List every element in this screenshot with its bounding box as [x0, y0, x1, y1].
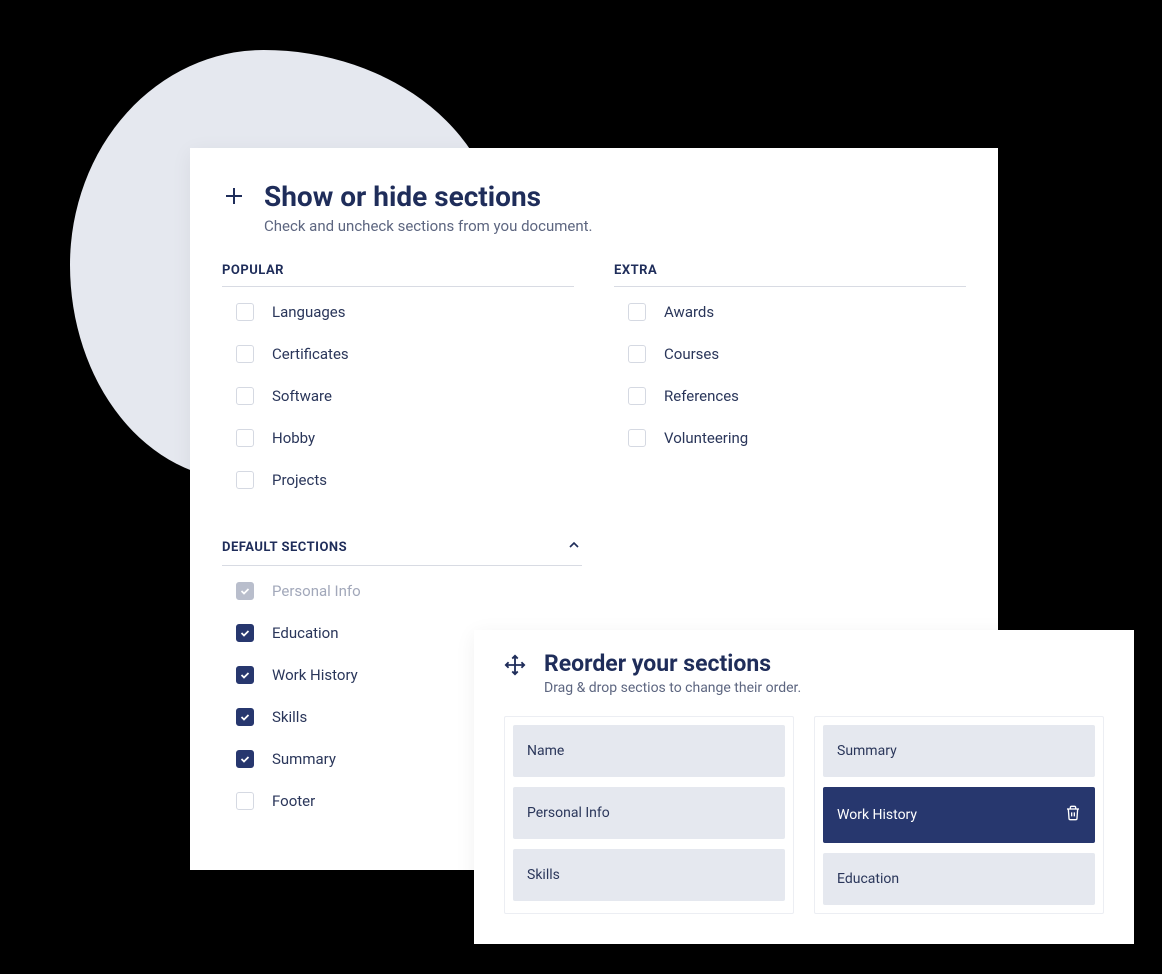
drag-item-label: Personal Info [527, 805, 610, 821]
checkbox-label: Software [272, 387, 332, 405]
checkbox-label: Education [272, 624, 339, 642]
reorder-left-column: Name Personal Info Skills [504, 716, 794, 914]
default-group-label: DEFAULT SECTIONS [222, 540, 347, 555]
checkbox-label: Personal Info [272, 582, 361, 600]
chevron-up-icon[interactable] [566, 537, 582, 557]
checkbox-row-certificates[interactable]: Certificates [222, 333, 574, 375]
checkbox-projects[interactable] [236, 471, 254, 489]
drag-item-label: Education [837, 871, 899, 887]
reorder-right-column: Summary Work History Education [814, 716, 1104, 914]
drag-item-education[interactable]: Education [823, 853, 1095, 905]
checkbox-row-volunteering[interactable]: Volunteering [614, 417, 966, 459]
sections-panel-subtitle: Check and uncheck sections from you docu… [264, 217, 592, 235]
checkbox-label: Volunteering [664, 429, 748, 447]
checkbox-row-projects[interactable]: Projects [222, 459, 574, 501]
checkbox-row-awards[interactable]: Awards [614, 291, 966, 333]
checkbox-awards[interactable] [628, 303, 646, 321]
checkbox-row-personal-info: Personal Info [222, 570, 582, 612]
drag-item-summary[interactable]: Summary [823, 725, 1095, 777]
checkbox-summary[interactable] [236, 750, 254, 768]
checkbox-label: Work History [272, 666, 358, 684]
checkbox-skills[interactable] [236, 708, 254, 726]
popular-column: POPULAR Languages Certificates Software … [222, 263, 574, 501]
checkbox-label: Languages [272, 303, 346, 321]
drag-item-name[interactable]: Name [513, 725, 785, 777]
checkbox-label: Awards [664, 303, 714, 321]
drag-item-label: Skills [527, 867, 560, 883]
drag-item-label: Work History [837, 807, 917, 823]
plus-icon [222, 184, 246, 212]
checkbox-label: Projects [272, 471, 327, 489]
checkbox-row-languages[interactable]: Languages [222, 291, 574, 333]
checkbox-software[interactable] [236, 387, 254, 405]
checkbox-label: Certificates [272, 345, 349, 363]
drag-item-label: Summary [837, 743, 897, 759]
checkbox-courses[interactable] [628, 345, 646, 363]
checkbox-label: References [664, 387, 739, 405]
checkbox-label: Footer [272, 792, 315, 810]
checkbox-label: Skills [272, 708, 307, 726]
drag-item-personal-info[interactable]: Personal Info [513, 787, 785, 839]
reorder-sections-panel: Reorder your sections Drag & drop sectio… [474, 630, 1134, 944]
checkbox-education[interactable] [236, 624, 254, 642]
drag-item-skills[interactable]: Skills [513, 849, 785, 901]
popular-group-label: POPULAR [222, 263, 574, 287]
checkbox-personal-info [236, 582, 254, 600]
move-icon [504, 654, 526, 680]
checkbox-hobby[interactable] [236, 429, 254, 447]
checkbox-row-courses[interactable]: Courses [614, 333, 966, 375]
checkbox-label: Summary [272, 750, 336, 768]
extra-column: EXTRA Awards Courses References Voluntee… [614, 263, 966, 501]
checkbox-volunteering[interactable] [628, 429, 646, 447]
drag-item-label: Name [527, 743, 564, 759]
checkbox-certificates[interactable] [236, 345, 254, 363]
checkbox-label: Courses [664, 345, 719, 363]
checkbox-row-hobby[interactable]: Hobby [222, 417, 574, 459]
checkbox-row-software[interactable]: Software [222, 375, 574, 417]
checkbox-row-references[interactable]: References [614, 375, 966, 417]
extra-group-label: EXTRA [614, 263, 966, 287]
checkbox-label: Hobby [272, 429, 315, 447]
checkbox-languages[interactable] [236, 303, 254, 321]
checkbox-work-history[interactable] [236, 666, 254, 684]
trash-icon[interactable] [1065, 805, 1081, 825]
reorder-panel-title: Reorder your sections [544, 650, 801, 677]
sections-panel-title: Show or hide sections [264, 180, 592, 213]
checkbox-references[interactable] [628, 387, 646, 405]
drag-item-work-history[interactable]: Work History [823, 787, 1095, 843]
reorder-panel-subtitle: Drag & drop sectios to change their orde… [544, 680, 801, 696]
checkbox-footer[interactable] [236, 792, 254, 810]
